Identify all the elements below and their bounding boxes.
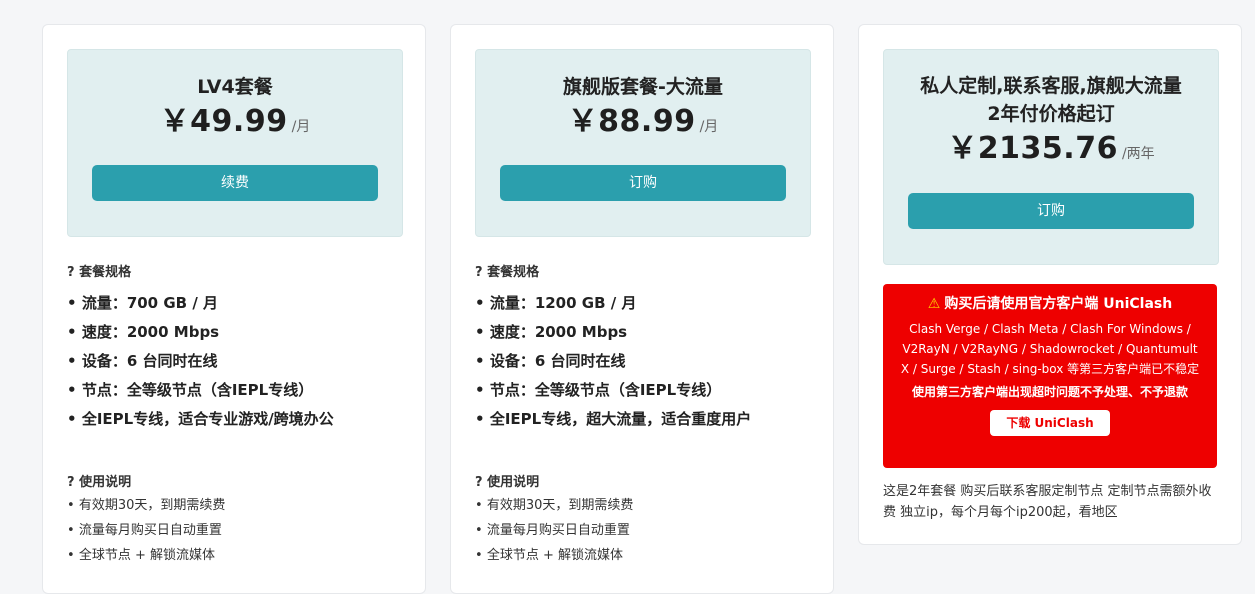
- spec-item: 速度：2000 Mbps: [475, 318, 751, 347]
- spec-item: 全IEPL专线，适合专业游戏/跨境办公: [67, 405, 334, 434]
- plan-subtitle: 2年付价格起订: [987, 103, 1115, 125]
- warning-icon: ⚠: [927, 296, 941, 312]
- usage-item: 流量每月购买日自动重置: [67, 518, 225, 543]
- warning-title-text: 购买后请使用官方客户端 UniClash: [944, 296, 1173, 312]
- price-box: LV4套餐 ￥49.99/月 续费: [67, 49, 403, 237]
- spec-item: 全IEPL专线，超大流量，适合重度用户: [475, 405, 751, 434]
- spec-section-title: ? 套餐规格: [475, 265, 540, 280]
- download-uniclash-button[interactable]: 下载 UniClash: [990, 410, 1110, 436]
- order-button[interactable]: 订购: [500, 165, 786, 201]
- spec-item: 设备：6 台同时在线: [475, 347, 751, 376]
- warning-title: ⚠ 购买后请使用官方客户端 UniClash: [883, 294, 1217, 314]
- spec-item: 节点：全等级节点（含IEPL专线）: [67, 376, 334, 405]
- price-unit: /两年: [1121, 146, 1155, 162]
- usage-list: 有效期30天，到期需续费 流量每月购买日自动重置 全球节点 + 解锁流媒体: [475, 493, 634, 568]
- price-unit: /月: [699, 119, 719, 135]
- usage-section-title: ? 使用说明: [475, 475, 540, 490]
- price-line: ￥49.99/月: [68, 102, 402, 147]
- spec-item: 设备：6 台同时在线: [67, 347, 334, 376]
- usage-item: 全球节点 + 解锁流媒体: [475, 543, 633, 568]
- warning-no-refund: 使用第三方客户端出现超时问题不予处理、不予退款: [911, 385, 1188, 399]
- usage-item: 有效期30天，到期需续费: [475, 493, 634, 518]
- price: ￥2135.76: [947, 131, 1118, 166]
- usage-item: 全球节点 + 解锁流媒体: [67, 543, 225, 568]
- usage-list: 有效期30天，到期需续费 流量每月购买日自动重置 全球节点 + 解锁流媒体: [67, 493, 226, 568]
- spec-list: 流量：700 GB / 月 速度：2000 Mbps 设备：6 台同时在线 节点…: [67, 289, 334, 434]
- warning-text: Clash Verge / Clash Meta / Clash For Win…: [900, 322, 1200, 376]
- usage-section-title: ? 使用说明: [67, 475, 132, 490]
- spec-section-title: ? 套餐规格: [67, 265, 132, 280]
- price: ￥49.99: [159, 104, 288, 139]
- plan-title: LV4套餐: [197, 76, 273, 98]
- price: ￥88.99: [567, 104, 696, 139]
- usage-item: 有效期30天，到期需续费: [67, 493, 226, 518]
- warning-box: ⚠ 购买后请使用官方客户端 UniClash Clash Verge / Clas…: [883, 284, 1217, 468]
- price-unit: /月: [291, 119, 311, 135]
- price-line: ￥88.99/月: [476, 102, 810, 147]
- spec-item: 流量：1200 GB / 月: [475, 289, 751, 318]
- spec-item: 节点：全等级节点（含IEPL专线）: [475, 376, 751, 405]
- plan-title: 旗舰版套餐-大流量: [563, 76, 723, 98]
- plan-card-lv4: LV4套餐 ￥49.99/月 续费 ? 套餐规格 流量：700 GB / 月 速…: [42, 24, 426, 594]
- spec-item: 流量：700 GB / 月: [67, 289, 334, 318]
- spec-item: 速度：2000 Mbps: [67, 318, 334, 347]
- price-box: 私人定制,联系客服,旗舰大流量 2年付价格起订 ￥2135.76/两年 订购: [883, 49, 1219, 265]
- spec-list: 流量：1200 GB / 月 速度：2000 Mbps 设备：6 台同时在线 节…: [475, 289, 751, 434]
- plan-note: 这是2年套餐 购买后联系客服定制节点 定制节点需额外收费 独立ip，每个月每个i…: [883, 484, 1212, 520]
- plan-title: 私人定制,联系客服,旗舰大流量: [920, 75, 1182, 97]
- plan-card-flagship: 旗舰版套餐-大流量 ￥88.99/月 订购 ? 套餐规格 流量：1200 GB …: [450, 24, 834, 594]
- price-box: 旗舰版套餐-大流量 ￥88.99/月 订购: [475, 49, 811, 237]
- price-line: ￥2135.76/两年: [884, 129, 1218, 174]
- renew-button[interactable]: 续费: [92, 165, 378, 201]
- plan-card-custom: 私人定制,联系客服,旗舰大流量 2年付价格起订 ￥2135.76/两年 订购 ⚠…: [858, 24, 1242, 545]
- usage-item: 流量每月购买日自动重置: [475, 518, 633, 543]
- order-button[interactable]: 订购: [908, 193, 1194, 229]
